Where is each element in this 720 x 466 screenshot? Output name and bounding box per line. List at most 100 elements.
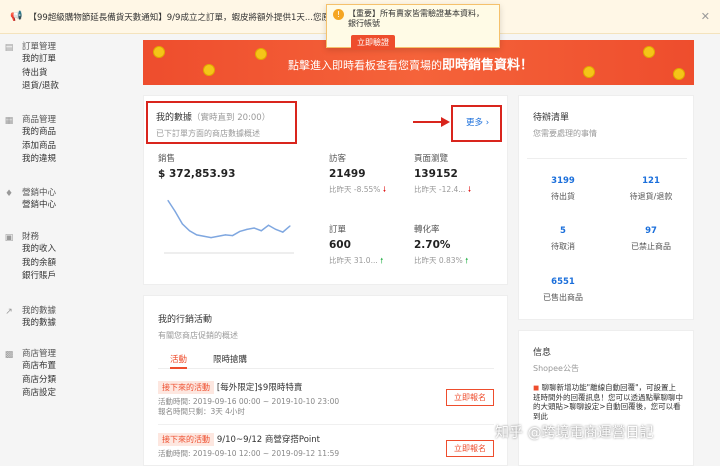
sidebar-item-violations[interactable]: 我的違規	[22, 153, 56, 167]
register-button[interactable]: 立即報名	[446, 389, 494, 406]
sales-data-point	[246, 228, 248, 230]
metric-value: $ 372,853.93	[158, 168, 236, 180]
pageviews-metric: 頁面瀏覽 139152 比昨天 -12.4... 🠗	[414, 152, 471, 197]
sales-data-point	[210, 237, 212, 239]
todo-count: 97	[645, 226, 657, 236]
coin-icon	[255, 48, 267, 60]
sidebar-item-my-orders[interactable]: 我的訂單	[22, 53, 59, 67]
wallet-icon: ▣	[4, 233, 14, 243]
conversion-metric: 轉化率 2.70% 比昨天 0.83% 🠕	[414, 223, 468, 268]
divider	[158, 424, 494, 425]
todo-count: 121	[642, 176, 660, 186]
todo-cancel[interactable]: 5 待取消	[523, 226, 603, 252]
sidebar-item-add-product[interactable]: 添加商品	[22, 140, 56, 154]
promo-item: 接下來的活動 9/10~9/12 商營穿搭Point 活動時間: 2019-09…	[158, 433, 494, 459]
sidebar-item-marketing-centre[interactable]: 營銷中心	[22, 199, 56, 213]
todo-to-ship[interactable]: 3199 待出貨	[523, 176, 603, 202]
coin-icon	[583, 66, 595, 78]
sidebar-item-shop-settings[interactable]: 商店設定	[22, 387, 56, 401]
sales-data-point	[167, 199, 169, 202]
metric-compare: 比昨天 -12.4... 🠗	[414, 185, 472, 194]
todo-banned[interactable]: 97 已禁止商品	[611, 226, 691, 252]
sidebar-group-shop: ▩ 商店管理 商店布置 商店分類 商店設定	[5, 348, 56, 401]
promo-time: 活動時間: 2019-09-10 12:00 ~ 2019-09-12 11:5…	[158, 449, 340, 458]
arrow-up-icon: 🠕	[380, 256, 384, 265]
sales-data-point	[289, 225, 291, 227]
metric-value: 600	[329, 239, 351, 251]
marketing-card: 我的行銷活動 有關您商店促銷的概述 活動 限時搶購 接下來的活動 [每外限定]$…	[143, 295, 508, 466]
marketing-header: 我的行銷活動 有關您商店促銷的概述	[158, 312, 238, 341]
sales-data-point	[253, 227, 255, 229]
sales-metric: 銷售 $ 372,853.93	[158, 152, 235, 180]
coin-icon	[203, 64, 215, 76]
todo-label: 待取消	[551, 242, 575, 251]
sales-data-point	[275, 228, 277, 230]
sidebar-group-marketing: ♦ 營銷中心 營銷中心	[5, 187, 56, 213]
sales-data-point	[181, 223, 183, 225]
bag-icon: ▦	[4, 116, 14, 126]
todo-sold-out[interactable]: 6551 已售出商品	[523, 277, 603, 303]
banner-text-prefix: 點擊進入即時看板查看您賣場的	[288, 59, 442, 72]
annotation-box-data-title	[146, 101, 297, 144]
sidebar-item-income[interactable]: 我的收入	[22, 243, 56, 257]
tab-campaigns[interactable]: 活動	[170, 353, 188, 369]
promo-title: 9/10~9/12 商營穿搭Point	[216, 435, 320, 445]
todo-label: 已禁止商品	[631, 242, 671, 251]
sales-data-point	[196, 234, 198, 236]
card-subtitle: Shopee公告	[533, 364, 579, 373]
card-title: 信息	[533, 348, 552, 358]
arrow-down-icon: 🠗	[382, 185, 387, 194]
announcement-text: 聊聊新增功能"離線自動回覆"，可設置上班時間外的回覆訊息！您可以透過點擊聊聊中的…	[533, 383, 683, 421]
coin-icon	[643, 46, 655, 58]
sidebar-group-finance: ▣ 財務 我的收入 我的余額 銀行賬戶	[5, 231, 56, 284]
metric-compare: 比昨天 0.83% 🠕	[414, 256, 469, 265]
clipboard-icon: ▤	[4, 43, 14, 53]
watermark-text: 知乎 @跨境電商運營日記	[495, 425, 654, 441]
divider	[527, 158, 687, 159]
banner-text-bold: 即時銷售資料！	[442, 58, 534, 73]
sidebar-item-bank-account[interactable]: 銀行賬戶	[22, 270, 56, 284]
sales-data-point	[217, 235, 219, 237]
sales-data-point	[282, 231, 284, 233]
shop-icon: ▩	[4, 350, 14, 360]
coin-icon	[153, 46, 165, 58]
todo-returns[interactable]: 121 待退貨/退款	[611, 176, 691, 202]
sidebar-heading: 商品管理	[22, 115, 57, 125]
annotation-box-more	[451, 105, 502, 142]
sidebar-item-returns[interactable]: 退貨/退款	[22, 80, 59, 94]
card-subtitle: 您需要處理的事情	[533, 129, 597, 138]
announcement-icon: ◼	[533, 383, 540, 392]
promo-time: 活動時間: 2019-09-16 00:00 ~ 2019-10-10 23:0…	[158, 397, 340, 406]
sidebar-group-data: ↗ 我的數據 我的數據	[5, 305, 57, 331]
promo-deadline: 報名時間只剩：3天 4小时	[158, 406, 245, 416]
sales-data-point	[260, 230, 262, 232]
sidebar-item-my-products[interactable]: 我的商品	[22, 126, 56, 140]
sidebar-heading: 我的數據	[22, 306, 57, 316]
metric-label: 頁面瀏覽	[414, 154, 449, 164]
marketing-tabs: 活動 限時搶購	[158, 353, 494, 369]
card-subtitle: 有關您商店促銷的概述	[158, 331, 238, 340]
card-title: 我的行銷活動	[158, 315, 213, 325]
info-header: 信息 Shopee公告	[533, 345, 579, 374]
sidebar-item-shop-categories[interactable]: 商店分類	[22, 374, 56, 388]
metric-value: 139152	[414, 168, 458, 180]
sidebar-item-balance[interactable]: 我的余額	[22, 257, 56, 271]
register-button[interactable]: 立即報名	[446, 440, 494, 457]
sidebar-item-to-ship[interactable]: 待出貨	[22, 67, 59, 81]
announcement-item[interactable]: ◼ 聊聊新增功能"離線自動回覆"，可設置上班時間外的回覆訊息！您可以透過點擊聊聊…	[533, 383, 683, 421]
close-icon[interactable]: ✕	[701, 10, 710, 23]
promo-item: 接下來的活動 [每外限定]$9限時特賣 活動時間: 2019-09-16 00:…	[158, 381, 494, 416]
sidebar-item-shop-decoration[interactable]: 商店布置	[22, 360, 56, 374]
sales-data-point	[224, 234, 227, 236]
metric-label: 訂單	[329, 225, 347, 235]
sales-trend-chart	[164, 199, 294, 254]
banner-text: 點擊進入即時看板查看您賣場的即時銷售資料！	[288, 54, 533, 73]
tab-flash-sale[interactable]: 限時搶購	[213, 353, 247, 365]
arrow-up-icon: 🠕	[465, 256, 469, 265]
sidebar-item-my-data[interactable]: 我的數據	[22, 317, 56, 331]
sidebar-heading: 財務	[22, 232, 40, 242]
promo-title: [每外限定]$9限時特賣	[216, 383, 303, 393]
sales-data-point	[239, 230, 241, 233]
verify-now-button[interactable]: 立即驗證	[351, 35, 395, 50]
sales-series-line	[167, 200, 291, 239]
